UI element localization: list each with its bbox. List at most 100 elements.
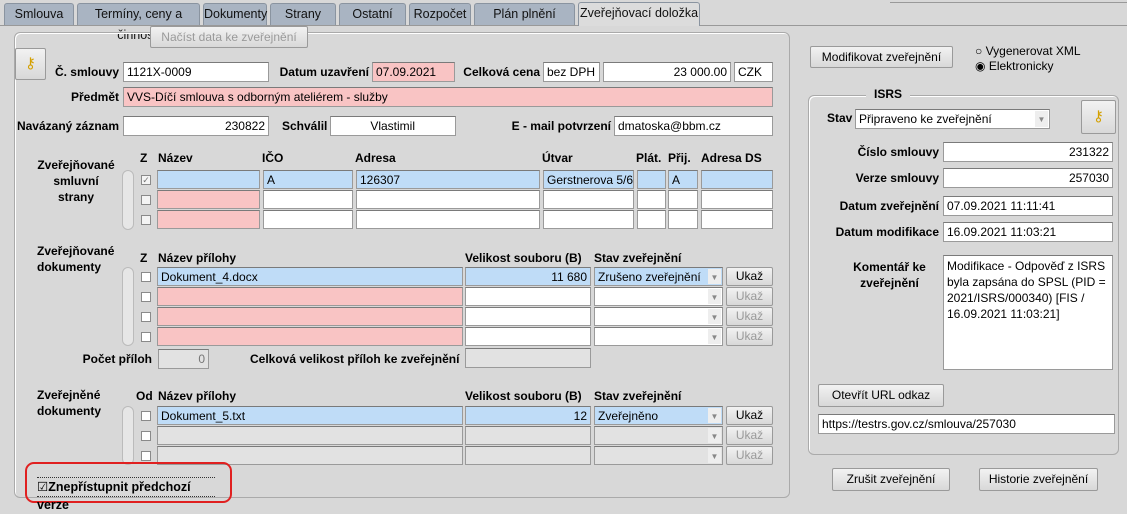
- tab-6[interactable]: Plán plnění: [474, 3, 575, 25]
- tab-5[interactable]: Rozpočet: [409, 3, 471, 25]
- scrollbar[interactable]: [122, 406, 134, 465]
- table-cell[interactable]: [543, 210, 634, 229]
- attachment-name[interactable]: [157, 426, 463, 445]
- history-button[interactable]: Historie zveřejnění: [979, 468, 1098, 491]
- state-select[interactable]: ▼: [594, 287, 723, 306]
- open-url-button[interactable]: Otevřít URL odkaz: [818, 384, 944, 407]
- cancel-publication-button[interactable]: Zrušit zveřejnění: [832, 468, 950, 491]
- table-cell[interactable]: [701, 190, 773, 209]
- table-cell[interactable]: [668, 210, 698, 229]
- modify-button[interactable]: Modifikovat zveřejnění: [810, 46, 953, 68]
- table-cell[interactable]: [157, 190, 260, 209]
- attachment-name[interactable]: [157, 287, 463, 306]
- table-cell[interactable]: [637, 170, 666, 189]
- show-button[interactable]: Ukaž: [726, 426, 773, 445]
- show-button[interactable]: Ukaž: [726, 406, 773, 425]
- date-field[interactable]: 07.09.2021: [372, 62, 455, 82]
- attachment-name[interactable]: [157, 327, 463, 346]
- state-select[interactable]: ▼: [594, 307, 723, 326]
- file-size[interactable]: [465, 307, 591, 326]
- radio-electronic[interactable]: ◉ Elektronicky: [975, 59, 1081, 74]
- table-cell[interactable]: [543, 190, 634, 209]
- row-checkbox[interactable]: [141, 332, 151, 342]
- email-field[interactable]: dmatoska@bbm.cz: [614, 116, 773, 136]
- table-cell[interactable]: [263, 210, 353, 229]
- url-field[interactable]: https://testrs.gov.cz/smlouva/257030: [818, 414, 1115, 434]
- linked-field[interactable]: 230822: [123, 116, 269, 136]
- tab-7[interactable]: Zveřejňovací doložka: [578, 2, 700, 26]
- row-checkbox[interactable]: [141, 431, 151, 441]
- scrollbar[interactable]: [122, 170, 134, 230]
- state-select[interactable]: ▼: [594, 327, 723, 346]
- tab-2[interactable]: Dokumenty: [203, 3, 267, 25]
- file-size[interactable]: 12: [465, 406, 591, 425]
- table-cell[interactable]: [157, 170, 260, 189]
- file-size[interactable]: [465, 446, 591, 465]
- row-checkbox[interactable]: ✓: [141, 175, 151, 185]
- chevron-down-icon: ▼: [708, 428, 721, 443]
- tab-1[interactable]: Termíny, ceny a činnosti: [77, 3, 200, 42]
- table-cell[interactable]: [157, 210, 260, 229]
- table-cell[interactable]: [637, 190, 666, 209]
- show-button[interactable]: Ukaž: [726, 327, 773, 346]
- load-data-button[interactable]: Načíst data ke zveřejnění: [150, 26, 308, 48]
- table-cell[interactable]: [356, 210, 540, 229]
- table-cell[interactable]: [701, 170, 773, 189]
- price-type-field[interactable]: bez DPH: [543, 62, 600, 82]
- radio-xml[interactable]: ○ Vygenerovat XML: [975, 44, 1081, 59]
- file-size[interactable]: 11 680: [465, 267, 591, 286]
- row-checkbox[interactable]: [141, 215, 151, 225]
- show-button[interactable]: Ukaž: [726, 307, 773, 326]
- state-select[interactable]: ▼: [594, 446, 723, 465]
- chevron-down-icon: ▼: [708, 269, 721, 284]
- show-button[interactable]: Ukaž: [726, 267, 773, 286]
- approved-field[interactable]: Vlastimil: [330, 116, 456, 136]
- row-checkbox[interactable]: [141, 312, 151, 322]
- table-cell[interactable]: [701, 210, 773, 229]
- version-field[interactable]: 257030: [943, 168, 1113, 188]
- row-checkbox[interactable]: [141, 451, 151, 461]
- row-checkbox[interactable]: [141, 272, 151, 282]
- attachment-name[interactable]: Dokument_4.docx: [157, 267, 463, 286]
- file-size[interactable]: [465, 426, 591, 445]
- mod-date-field[interactable]: 16.09.2021 11:03:21: [943, 222, 1113, 242]
- price-label: Celková cena: [463, 65, 540, 79]
- state-select[interactable]: ▼: [594, 426, 723, 445]
- number-label: Číslo smlouvy: [857, 145, 939, 159]
- table-cell[interactable]: 126307: [356, 170, 540, 189]
- currency-field[interactable]: CZK: [734, 62, 773, 82]
- table-cell[interactable]: A: [668, 170, 698, 189]
- state-select[interactable]: Zveřejněno ▼: [594, 406, 723, 425]
- table-cell[interactable]: [263, 190, 353, 209]
- show-button[interactable]: Ukaž: [726, 446, 773, 465]
- table-cell[interactable]: [668, 190, 698, 209]
- table-cell[interactable]: Gerstnerova 5/658, 170 00 PRAHA 7: [543, 170, 634, 189]
- tab-4[interactable]: Ostatní: [339, 3, 406, 25]
- table-cell[interactable]: A: [263, 170, 353, 189]
- row-checkbox[interactable]: [141, 195, 151, 205]
- subject-field[interactable]: VVS-Díčí smlouva s odborným ateliérem - …: [123, 87, 773, 107]
- file-size[interactable]: [465, 327, 591, 346]
- table-cell[interactable]: [356, 190, 540, 209]
- column-header: Od: [136, 389, 153, 403]
- state-select[interactable]: Zrušeno zveřejnění ▼: [594, 267, 723, 286]
- row-checkbox[interactable]: [141, 411, 151, 421]
- attachment-name[interactable]: Dokument_5.txt: [157, 406, 463, 425]
- tab-0[interactable]: Smlouva: [4, 3, 74, 25]
- file-size[interactable]: [465, 287, 591, 306]
- documents-label: Zveřejňované dokumenty: [37, 244, 115, 274]
- scrollbar[interactable]: [122, 267, 134, 346]
- number-field[interactable]: 231322: [943, 142, 1113, 162]
- key-icon[interactable]: ⚷: [1081, 100, 1116, 134]
- tab-3[interactable]: Strany: [270, 3, 336, 25]
- price-field[interactable]: 23 000.00: [603, 62, 731, 82]
- row-checkbox[interactable]: [141, 292, 151, 302]
- show-button[interactable]: Ukaž: [726, 287, 773, 306]
- table-cell[interactable]: [637, 210, 666, 229]
- comment-textarea[interactable]: Modifikace - Odpověď z ISRS byla zapsána…: [943, 255, 1113, 370]
- disable-previous-checkbox[interactable]: ☑Znepřístupnit předchozí verze: [37, 477, 215, 512]
- attachment-name[interactable]: [157, 307, 463, 326]
- pub-date-field[interactable]: 07.09.2021 11:11:41: [943, 196, 1113, 216]
- contract-no-field[interactable]: 1121X-0009: [123, 62, 269, 82]
- state-select[interactable]: Připraveno ke zveřejnění ▼: [855, 109, 1050, 129]
